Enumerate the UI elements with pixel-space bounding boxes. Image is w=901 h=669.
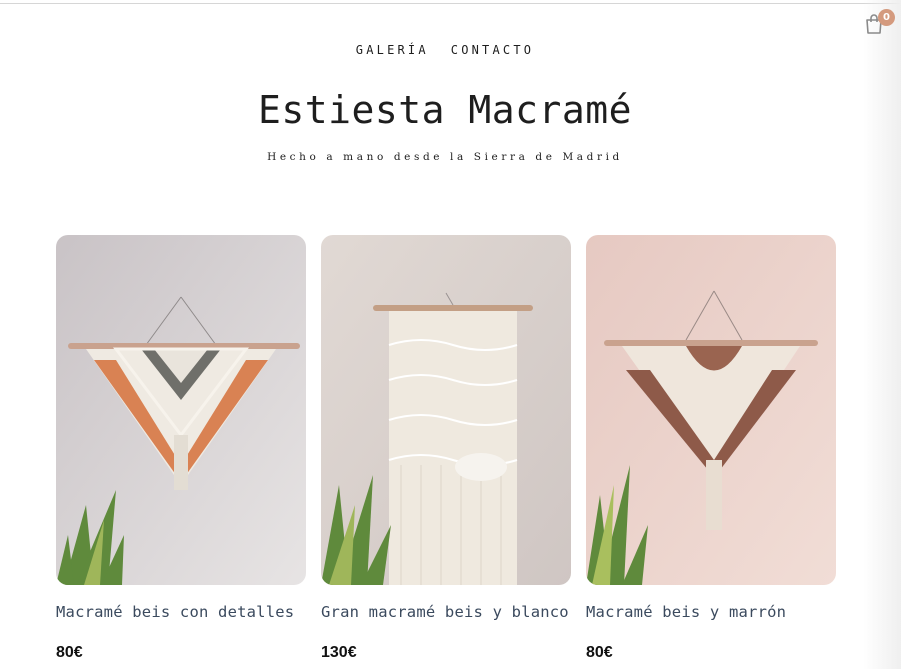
nav-item-galeria[interactable]: GALERÍA: [356, 43, 429, 57]
product-name[interactable]: Gran macramé beis y blanco: [321, 603, 569, 621]
top-divider: [0, 3, 901, 4]
cart-count-badge: 0: [878, 9, 895, 26]
product-price: 80€: [56, 644, 83, 661]
nav-item-contacto[interactable]: CONTACTO: [451, 43, 534, 57]
product-name[interactable]: Macramé beis y marrón: [586, 603, 786, 621]
product-card: Macramé beis con detalles 80€: [56, 235, 306, 661]
product-card: Gran macramé beis y blanco 130€: [321, 235, 571, 661]
product-image[interactable]: [56, 235, 306, 585]
product-image[interactable]: [321, 235, 571, 585]
product-price: 80€: [586, 644, 613, 661]
product-name[interactable]: Macramé beis con detalles: [56, 603, 294, 621]
site-title[interactable]: Estiesta Macramé: [0, 88, 890, 132]
site-tagline: Hecho a mano desde la Sierra de Madrid: [267, 151, 623, 163]
main-nav: GALERÍA CONTACTO: [0, 43, 890, 57]
product-image[interactable]: [586, 235, 836, 585]
product-price: 130€: [321, 644, 357, 661]
product-card: Macramé beis y marrón 80€: [586, 235, 836, 661]
cart-button[interactable]: 0: [864, 9, 895, 37]
